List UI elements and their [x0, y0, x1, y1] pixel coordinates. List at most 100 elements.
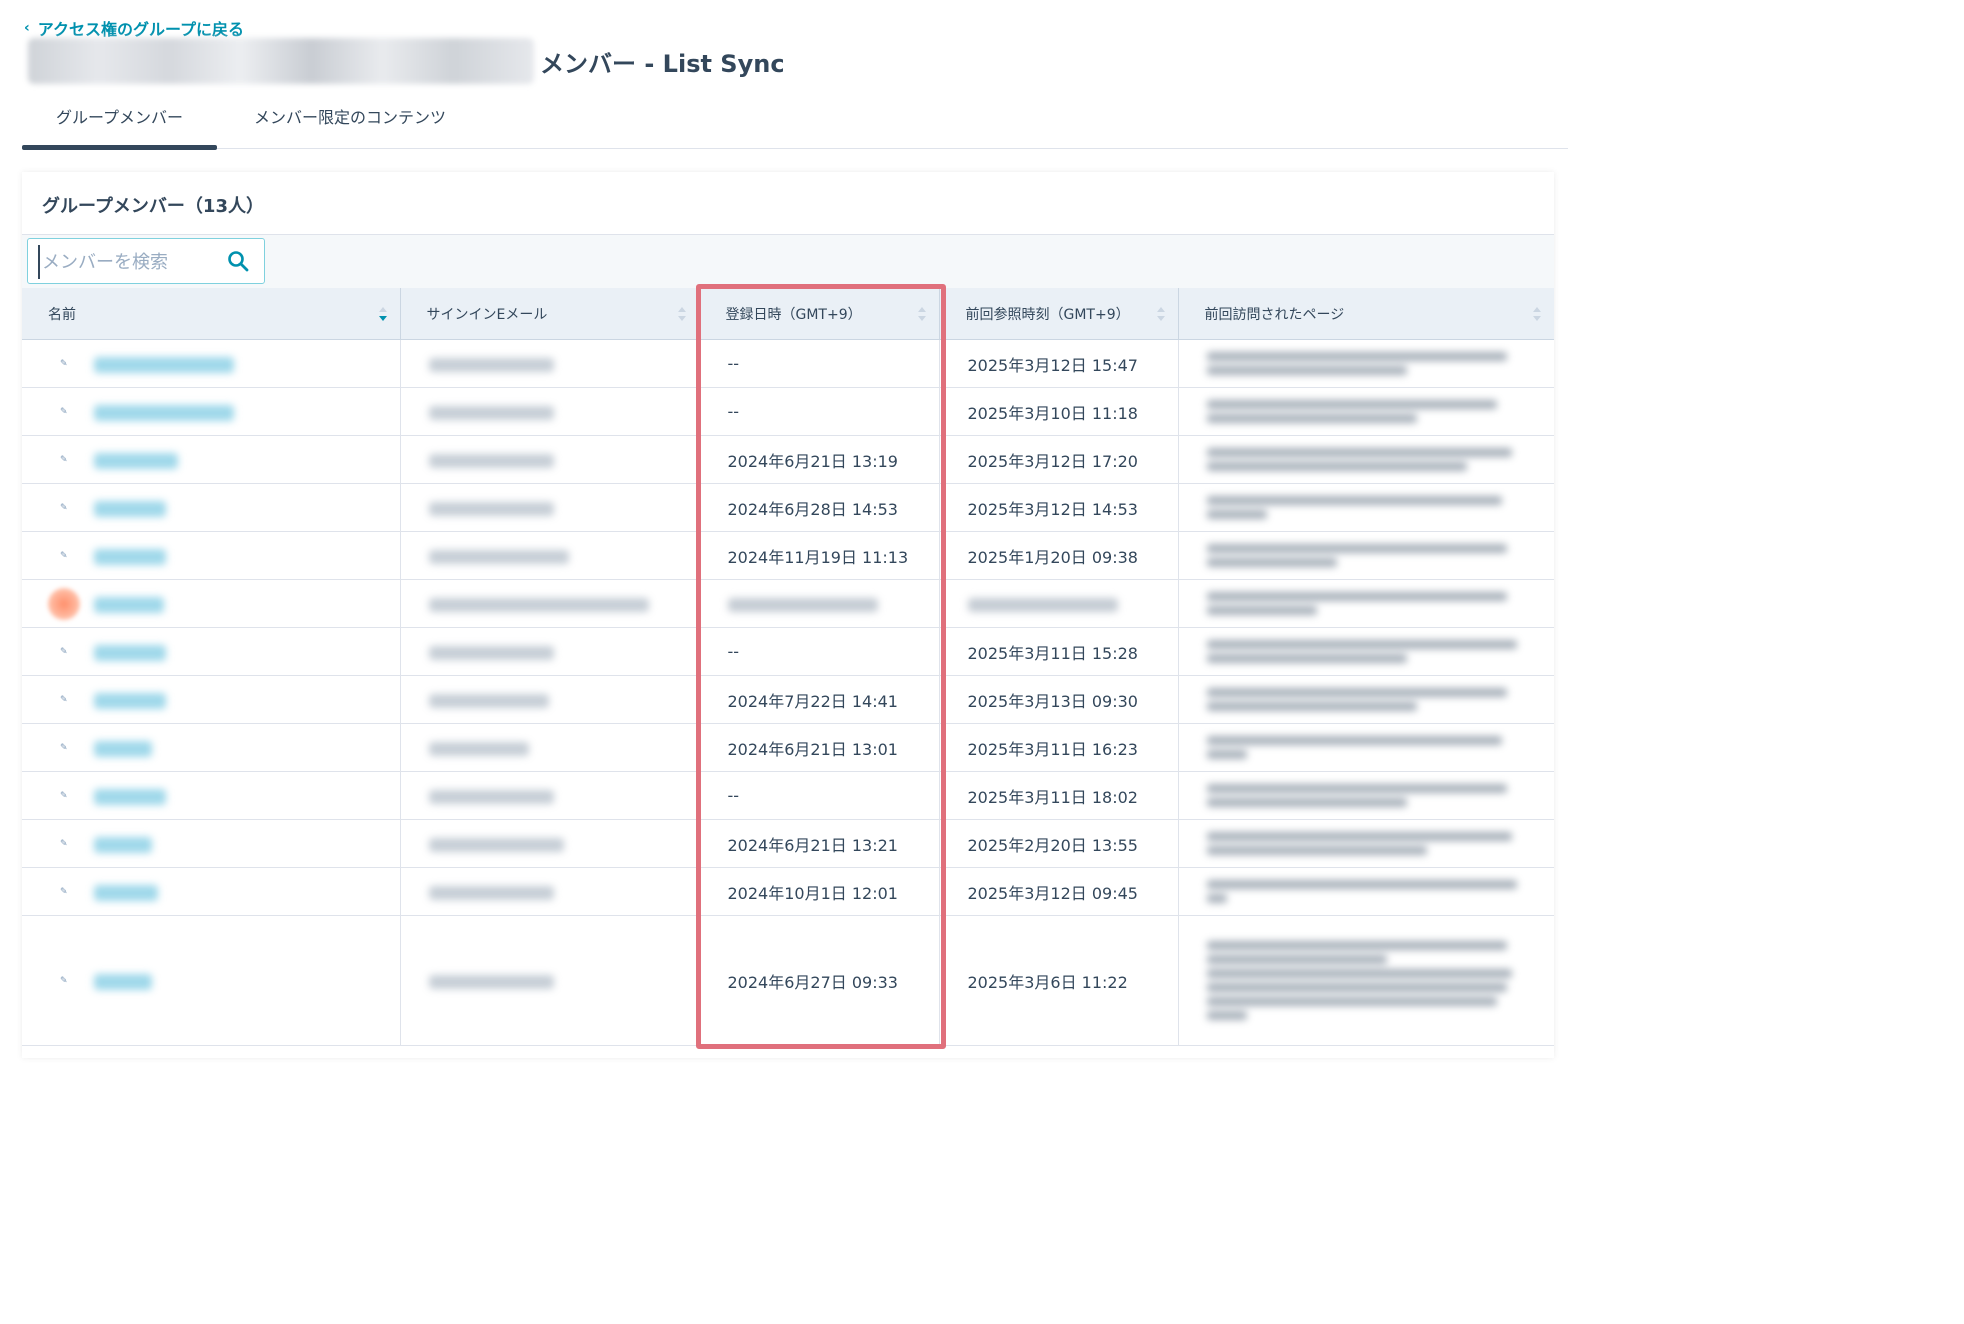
- member-email: [428, 501, 554, 516]
- member-name-cell: ✎: [22, 627, 401, 676]
- member-name-link[interactable]: [94, 596, 164, 613]
- member-name-link[interactable]: [94, 452, 178, 469]
- last-page-url: [1206, 448, 1555, 471]
- table-row: ✎ -- 2025年3月10日 11:18: [22, 387, 1555, 436]
- tab-member-only-content[interactable]: メンバー限定のコンテンツ: [250, 96, 450, 148]
- avatar-icon: ✎: [60, 742, 68, 753]
- tab-group-members[interactable]: グループメンバー: [22, 96, 217, 150]
- member-email: [428, 645, 554, 660]
- group-members-card: グループメンバー（13人） 名前 サインインEメール 登録日時（GMT+9）: [22, 172, 1554, 1058]
- search-box: [27, 238, 265, 284]
- search-toolbar: [22, 234, 1554, 289]
- column-header-name[interactable]: 名前: [22, 288, 401, 340]
- last-page-url: [1206, 352, 1555, 375]
- last-page-cell: [1178, 867, 1554, 916]
- last-viewed-cell: 2025年1月20日 09:38: [939, 531, 1179, 580]
- member-email: [428, 693, 549, 708]
- last-viewed-cell: 2025年3月12日 17:20: [939, 435, 1179, 484]
- column-header-label: 名前: [48, 306, 76, 323]
- member-email-cell: [400, 819, 700, 868]
- last-page-url: [1206, 736, 1555, 759]
- column-header-registered[interactable]: 登録日時（GMT+9）: [699, 288, 940, 340]
- sort-icon[interactable]: [1532, 305, 1542, 323]
- last-page-cell: [1178, 771, 1555, 820]
- member-email: [428, 453, 554, 468]
- registered-cell: 2024年6月21日 13:01: [699, 723, 940, 772]
- last-viewed-cell: 2025年3月12日 15:47: [939, 339, 1179, 388]
- avatar-icon: ✎: [60, 886, 68, 897]
- member-name-cell: ✎: [22, 531, 401, 580]
- registered-cell: 2024年6月21日 13:19: [699, 435, 940, 484]
- sort-icon[interactable]: [1156, 305, 1166, 323]
- registered-cell: 2024年10月1日 12:01: [699, 867, 940, 916]
- card-title: グループメンバー（13人）: [42, 196, 264, 217]
- member-name-link[interactable]: [94, 740, 152, 757]
- last-page-url: [1206, 592, 1555, 615]
- last-page-cell: [1178, 531, 1554, 580]
- back-to-access-groups-link[interactable]: ‹ アクセス権のグループに戻る: [24, 16, 244, 40]
- tab-bar: グループメンバー メンバー限定のコンテンツ: [22, 96, 1568, 150]
- last-viewed-cell: 2025年3月12日 09:45: [939, 867, 1179, 916]
- table-row: ✎ -- 2025年3月12日 15:47: [22, 339, 1555, 388]
- member-search-input[interactable]: [38, 245, 224, 279]
- member-email: [428, 405, 554, 420]
- member-name-link[interactable]: [94, 644, 166, 661]
- sort-descending-icon[interactable]: [378, 305, 388, 323]
- column-header-label: 前回訪問されたページ: [1204, 306, 1345, 323]
- member-name-cell: ✎: [22, 435, 401, 484]
- column-header-email[interactable]: サインインEメール: [400, 288, 700, 340]
- member-name-link[interactable]: [94, 884, 158, 901]
- last-page-url: [1206, 784, 1555, 807]
- last-page-cell: [1178, 915, 1554, 1046]
- registered-cell: [699, 579, 940, 628]
- table-body: ✎ -- 2025年3月12日 15:47 ✎ -- 2025年3月10日 11…: [22, 339, 1555, 1046]
- registered-cell: 2024年7月22日 14:41: [699, 675, 940, 724]
- member-name-cell: ✎: [22, 675, 401, 724]
- member-name-link[interactable]: [94, 548, 166, 565]
- member-name-cell: ✎: [22, 819, 401, 868]
- member-email-cell: [400, 771, 700, 820]
- last-page-cell: [1178, 819, 1555, 868]
- column-header-last-page[interactable]: 前回訪問されたページ: [1178, 288, 1554, 340]
- last-viewed-cell: 2025年3月11日 15:28: [939, 627, 1179, 676]
- member-name-link[interactable]: [94, 788, 166, 805]
- table-row: ✎ 2024年7月22日 14:41 2025年3月13日 09:30: [22, 675, 1554, 724]
- member-email: [428, 974, 554, 989]
- last-viewed-cell: 2025年3月13日 09:30: [939, 675, 1179, 724]
- member-name-link[interactable]: [94, 404, 234, 421]
- table-row: ✎ 2024年6月21日 13:01 2025年3月11日 16:23: [22, 723, 1555, 772]
- member-email-cell: [400, 531, 700, 580]
- member-email: [428, 789, 554, 804]
- table-row: ✎ 2024年10月1日 12:01 2025年3月12日 09:45: [22, 867, 1554, 916]
- last-viewed-cell: 2025年3月11日 16:23: [939, 723, 1179, 772]
- member-name-cell: ✎: [22, 867, 401, 916]
- member-name-link[interactable]: [94, 356, 234, 373]
- last-page-cell: [1178, 579, 1555, 628]
- sort-icon[interactable]: [677, 305, 687, 323]
- member-name-link[interactable]: [94, 692, 166, 709]
- last-page-cell: [1178, 627, 1554, 676]
- table-row: ✎ -- 2025年3月11日 18:02: [22, 771, 1555, 820]
- member-email: [428, 885, 554, 900]
- table-row: ✎ 2024年6月28日 14:53 2025年3月12日 14:53: [22, 483, 1554, 532]
- member-name-link[interactable]: [94, 500, 166, 517]
- member-email-cell: [400, 675, 700, 724]
- member-email: [428, 597, 649, 612]
- registered-cell: --: [699, 771, 940, 820]
- back-link-label: アクセス権のグループに戻る: [37, 20, 245, 39]
- sort-icon[interactable]: [917, 305, 927, 323]
- search-icon[interactable]: [226, 249, 250, 273]
- avatar-icon: ✎: [60, 975, 68, 986]
- member-email-cell: [400, 387, 700, 436]
- last-page-url: [1206, 400, 1555, 423]
- page-title-row: メンバー - List Sync: [28, 38, 785, 84]
- table-header-row: 名前 サインインEメール 登録日時（GMT+9） 前回参照時刻（GMT+9） 前…: [22, 288, 1554, 340]
- member-name-link[interactable]: [94, 973, 152, 990]
- column-header-label: サインインEメール: [426, 306, 548, 323]
- last-page-url: [1206, 832, 1555, 855]
- registered-redacted: [727, 597, 878, 612]
- member-name-link[interactable]: [94, 836, 152, 853]
- column-header-last-viewed[interactable]: 前回参照時刻（GMT+9）: [939, 288, 1179, 340]
- registered-cell: 2024年6月21日 13:21: [699, 819, 940, 868]
- member-email-cell: [400, 435, 700, 484]
